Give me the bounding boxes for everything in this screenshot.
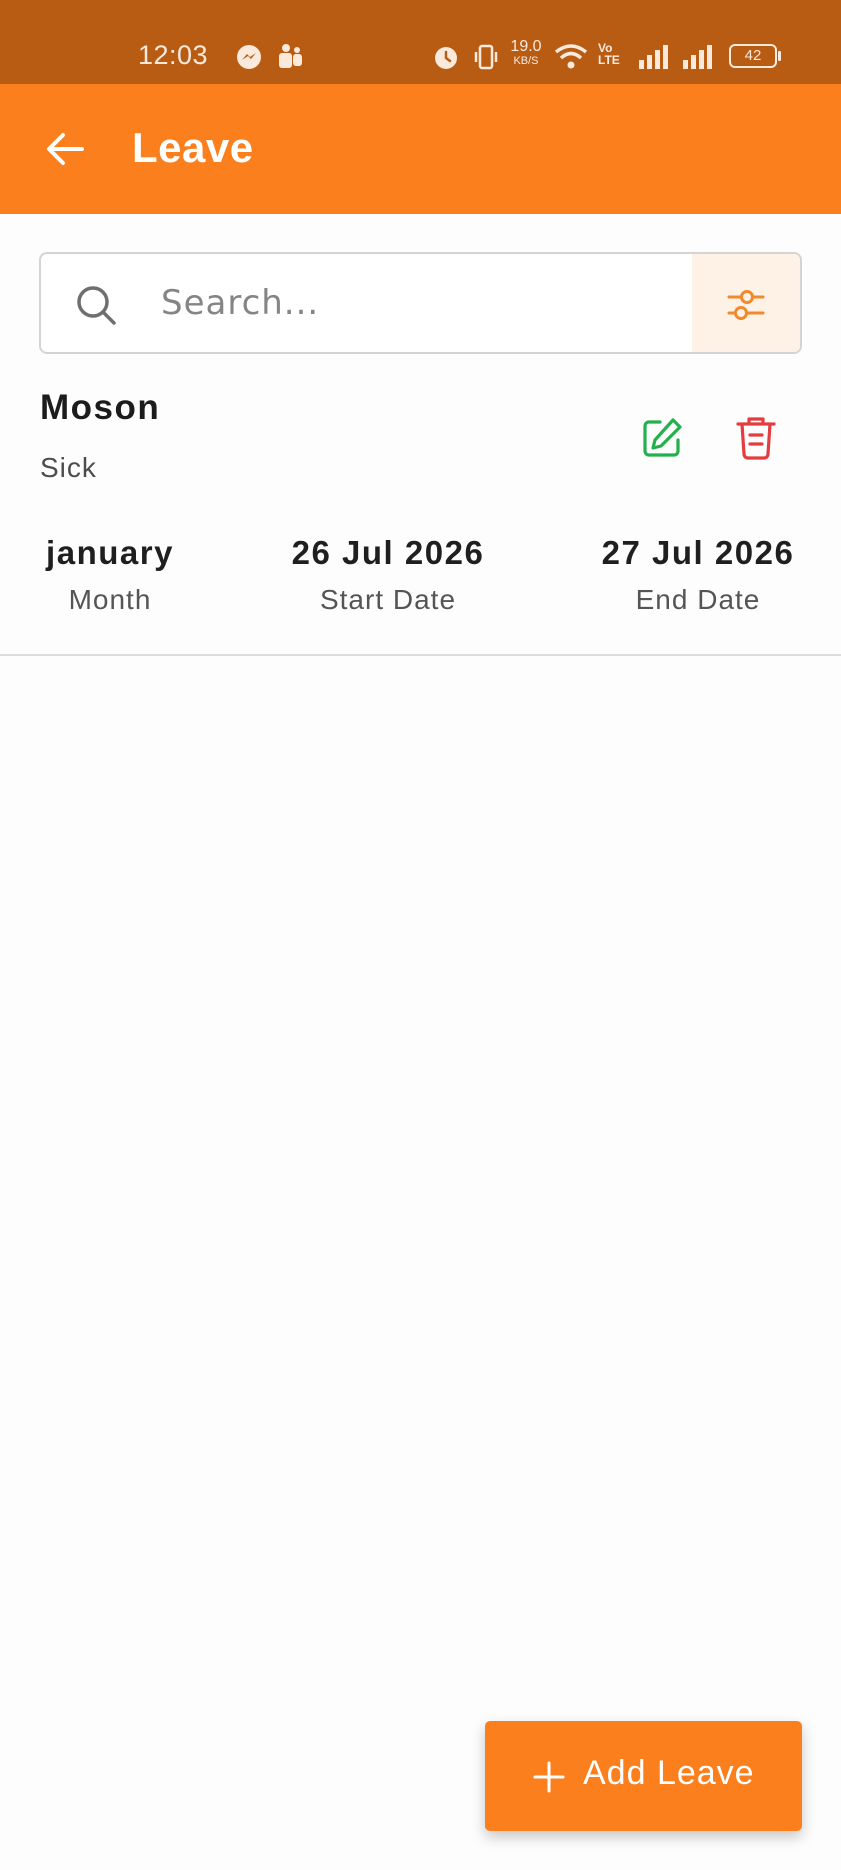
search-bar <box>39 252 802 354</box>
battery-level: 42 <box>744 47 762 64</box>
vibrate-icon <box>474 44 498 70</box>
end-date-column: 27 Jul 2026 End Date <box>578 534 818 616</box>
leave-type: Sick <box>40 452 97 483</box>
list-divider <box>0 654 841 656</box>
month-label: Month <box>68 584 152 615</box>
add-leave-label: Add Leave <box>583 1754 755 1792</box>
net-speed-unit: KB/S <box>513 55 539 67</box>
search-icon <box>77 286 116 325</box>
net-speed-value: 19.0 <box>510 38 542 55</box>
start-date-value: 26 Jul 2026 <box>291 534 485 571</box>
volte-badge: Vo LTE <box>598 42 620 66</box>
filter-button[interactable] <box>692 254 800 352</box>
month-value: january <box>46 534 174 571</box>
signal-icon <box>639 45 668 69</box>
status-bar: 12:03 19.0 KB/S Vo LTE 42 <box>0 0 841 84</box>
add-leave-button[interactable]: Add Leave <box>485 1721 802 1831</box>
plus-icon <box>533 1761 565 1793</box>
alarm-icon <box>435 47 457 69</box>
arrow-left-icon[interactable] <box>44 128 86 170</box>
start-date-label: Start Date <box>319 584 457 615</box>
app-bar: Leave <box>0 84 841 214</box>
month-column: january Month <box>20 534 200 616</box>
wifi-icon <box>554 44 588 69</box>
net-speed: 19.0 KB/S <box>506 38 546 68</box>
delete-icon[interactable] <box>734 414 778 460</box>
status-time: 12:03 <box>138 40 209 70</box>
teams-icon <box>279 44 302 68</box>
battery-tip <box>778 51 781 61</box>
sliders-icon <box>727 290 765 320</box>
battery-icon: 42 <box>729 44 777 68</box>
page-title: Leave <box>132 124 254 171</box>
employee-name: Moson <box>40 388 161 427</box>
start-date-column: 26 Jul 2026 Start Date <box>268 534 508 616</box>
messenger-icon <box>237 45 261 69</box>
end-date-label: End Date <box>635 584 761 615</box>
end-date-value: 27 Jul 2026 <box>601 534 795 571</box>
volte-bottom: LTE <box>598 53 620 67</box>
search-input[interactable] <box>161 272 721 334</box>
signal-icon <box>683 45 712 69</box>
edit-icon[interactable] <box>640 416 684 460</box>
